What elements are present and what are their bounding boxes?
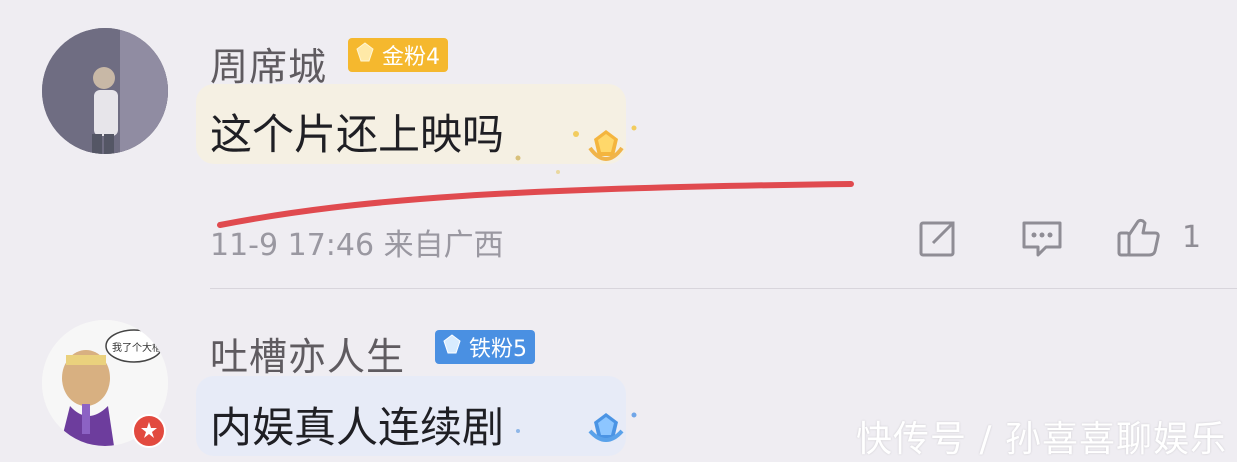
comment-meta: 11-9 17:46 来自广西 [210, 228, 504, 263]
watermark-text: 快传号 / 孙喜喜聊娱乐 [855, 419, 1227, 460]
comment-text[interactable]: 这个片还上映吗 [210, 101, 504, 162]
avatar-photo [42, 28, 168, 154]
share-icon [915, 215, 961, 261]
reply-button[interactable] [1018, 214, 1066, 262]
like-count: 1 [1182, 220, 1202, 255]
fan-badge-gold[interactable]: 金粉4 [348, 38, 448, 72]
avatar-comment-1[interactable] [42, 28, 168, 154]
fan-badge-iron[interactable]: 铁粉5 [435, 330, 535, 364]
badge-label: 铁粉5 [469, 337, 527, 362]
comment-divider [210, 288, 1237, 289]
thumbs-up-icon [1115, 215, 1163, 261]
comment-icon [1018, 215, 1066, 261]
diamond-icon [354, 41, 376, 69]
diamond-icon [441, 333, 463, 361]
verified-badge-icon [132, 414, 166, 452]
blue-diamond-badge-icon [510, 405, 650, 456]
gold-diamond-badge-icon [510, 114, 650, 188]
svg-text:我了个大槽!: 我了个大槽! [112, 341, 166, 354]
username-comment-1[interactable]: 周席城 [210, 36, 327, 91]
share-button[interactable] [915, 214, 961, 262]
badge-label: 金粉4 [382, 45, 440, 70]
comment-text[interactable]: 内娱真人连续剧 [210, 394, 504, 455]
like-button[interactable] [1115, 214, 1163, 262]
username-comment-2[interactable]: 吐槽亦人生 [210, 326, 405, 381]
